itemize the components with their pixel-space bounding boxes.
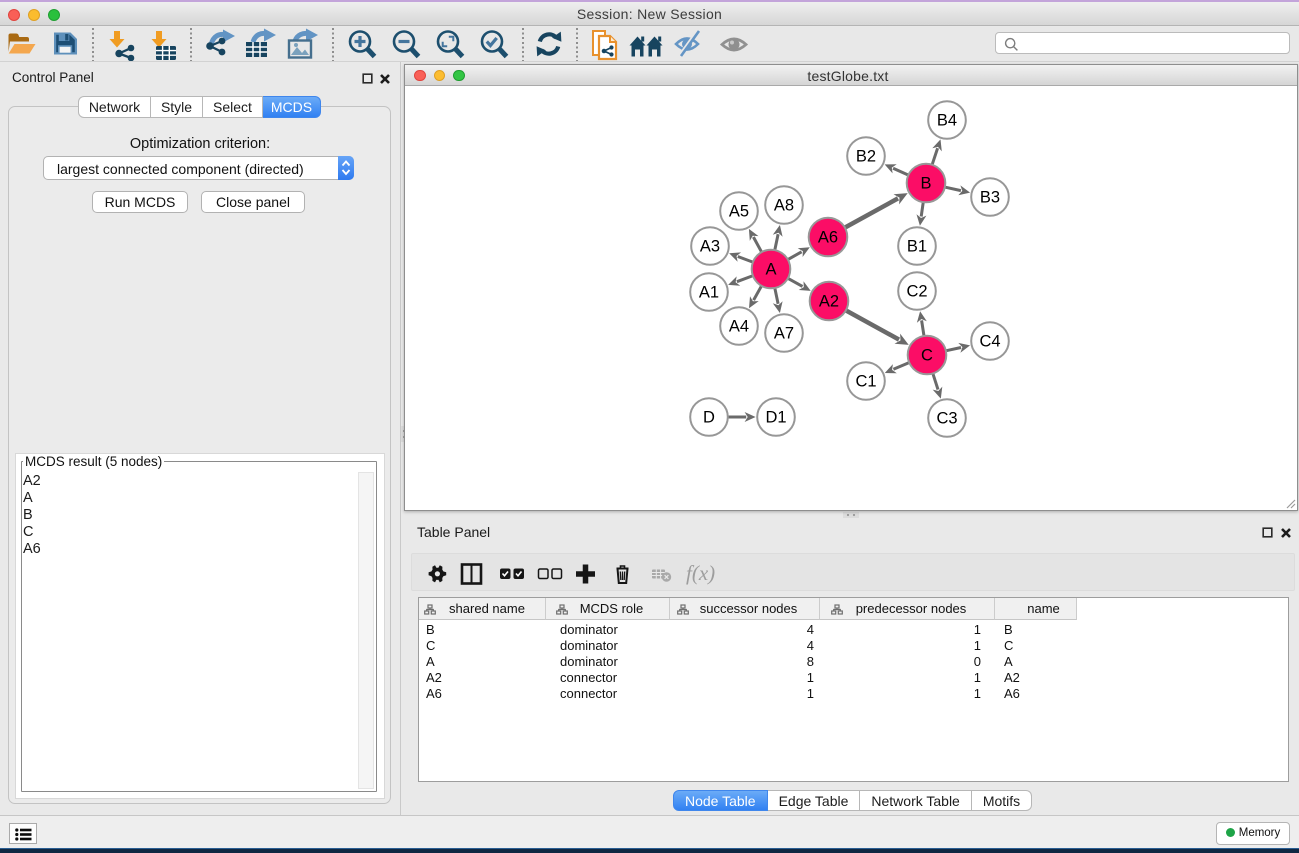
svg-text:A6: A6 (818, 229, 838, 247)
svg-text:C: C (921, 347, 933, 365)
svg-text:C2: C2 (906, 283, 927, 301)
svg-text:B3: B3 (980, 189, 1000, 207)
svg-text:B1: B1 (907, 238, 927, 256)
svg-text:A: A (765, 261, 776, 279)
svg-text:A2: A2 (819, 293, 839, 311)
svg-text:A7: A7 (774, 325, 794, 343)
svg-text:A4: A4 (729, 318, 749, 336)
svg-text:f(x): f(x) (686, 563, 715, 585)
svg-text:A5: A5 (729, 203, 749, 221)
svg-text:D: D (703, 409, 715, 427)
svg-text:B: B (920, 175, 931, 193)
svg-text:C4: C4 (979, 333, 1000, 351)
svg-text:A1: A1 (699, 284, 719, 302)
svg-text:C1: C1 (855, 373, 876, 391)
svg-text:A8: A8 (774, 197, 794, 215)
svg-text:A3: A3 (700, 238, 720, 256)
svg-text:B4: B4 (937, 112, 957, 130)
svg-text:B2: B2 (856, 148, 876, 166)
svg-text:C3: C3 (936, 410, 957, 428)
svg-text:D1: D1 (765, 409, 786, 427)
